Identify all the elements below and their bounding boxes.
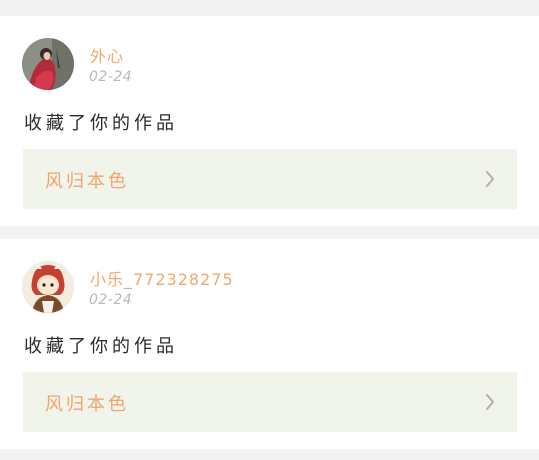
- notification-card: 小乐_772328275 02-24 收藏了你的作品 风归本色: [0, 239, 539, 449]
- notification-card: 外心 02-24 收藏了你的作品 风归本色: [0, 16, 539, 226]
- activity-message: 收藏了你的作品: [24, 336, 178, 357]
- avatar-cartoon-girl-icon: [22, 261, 74, 313]
- username[interactable]: 小乐_772328275: [90, 266, 234, 290]
- username[interactable]: 外心: [90, 43, 124, 67]
- work-link[interactable]: 风归本色: [23, 372, 517, 432]
- chevron-right-icon: [486, 394, 494, 410]
- timestamp: 02-24: [89, 292, 133, 308]
- activity-message: 收藏了你的作品: [24, 113, 178, 134]
- work-title: 风归本色: [45, 171, 129, 192]
- user-avatar[interactable]: [22, 38, 74, 90]
- timestamp: 02-24: [89, 69, 133, 85]
- work-title: 风归本色: [45, 394, 129, 415]
- user-avatar[interactable]: [22, 261, 74, 313]
- notification-feed: 外心 02-24 收藏了你的作品 风归本色 小乐_772328275 02-24…: [0, 0, 539, 460]
- chevron-right-icon: [486, 171, 494, 187]
- avatar-red-dress-girl-icon: [22, 38, 74, 90]
- work-link[interactable]: 风归本色: [23, 149, 517, 209]
